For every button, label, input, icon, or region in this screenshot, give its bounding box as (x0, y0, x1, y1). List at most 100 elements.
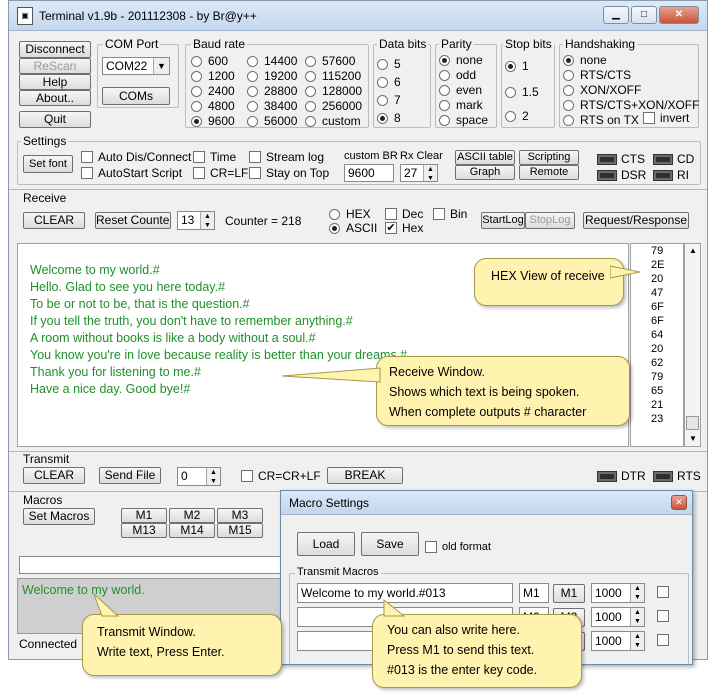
macro-m2-button[interactable]: M2 (169, 508, 215, 523)
parity-radio-odd[interactable]: odd (439, 68, 476, 82)
time-checkbox[interactable]: Time (193, 150, 236, 164)
baud-radio-57600[interactable]: 57600 (305, 54, 355, 68)
transmit-spin[interactable]: 0 ▲ ▼ (177, 467, 221, 486)
handshaking-radio-rts-cts-xon-xoff[interactable]: RTS/CTS+XON/XOFF (563, 98, 699, 112)
rx-clear-spin[interactable]: 27 ▲ ▼ (400, 164, 438, 182)
request-response-button[interactable]: Request/Response (583, 212, 689, 229)
macro-m3-button[interactable]: M3 (217, 508, 263, 523)
dialog-close-icon[interactable]: ✕ (671, 495, 687, 510)
parity-radio-space[interactable]: space (439, 113, 488, 127)
custom-br-input[interactable]: 9600 (344, 164, 394, 182)
scroll-thumb[interactable] (686, 416, 699, 430)
handshaking-radio-xon-xoff[interactable]: XON/XOFF (563, 83, 641, 97)
data-bits-radio-5[interactable]: 5 (377, 57, 401, 71)
macro-send-button[interactable]: M1 (553, 584, 585, 603)
receive-scrollbar[interactable]: ▲ ▼ (684, 243, 701, 447)
baud-radio-115200[interactable]: 115200 (305, 69, 361, 83)
macro-m15-button[interactable]: M15 (217, 523, 263, 538)
handshaking-radio-rts-on-tx[interactable]: RTS on TX (563, 113, 639, 127)
macro-m14-button[interactable]: M14 (169, 523, 215, 538)
hex-value: 20 (651, 273, 664, 285)
ascii-radio[interactable]: ASCII (329, 221, 377, 235)
hex-checkbox[interactable]: ✔ Hex (385, 221, 423, 235)
stop-bits-radio-2[interactable]: 2 (505, 109, 529, 123)
stop-bits-radio-1-5[interactable]: 1.5 (505, 85, 539, 99)
data-bits-radio-8[interactable]: 8 (377, 111, 401, 125)
baud-radio-128000[interactable]: 128000 (305, 84, 362, 98)
coms-button[interactable]: COMs (102, 87, 170, 105)
rescan-button[interactable]: ReScan (19, 58, 91, 74)
radio-icon (563, 114, 574, 126)
cr-lf-checkbox[interactable]: CR=LF (193, 166, 248, 180)
cr-crlf-checkbox[interactable]: CR=CR+LF (241, 469, 321, 483)
stoplog-button[interactable]: StopLog (525, 212, 575, 229)
parity-radio-none[interactable]: none (439, 53, 483, 67)
receive-line: A room without books is like a body with… (30, 331, 316, 345)
transmit-input-line[interactable] (19, 556, 287, 574)
baud-radio-256000[interactable]: 256000 (305, 99, 362, 113)
macro-repeat-checkbox[interactable] (657, 634, 669, 646)
data-bits-radio-6[interactable]: 6 (377, 75, 401, 89)
macro-interval-spin[interactable]: 1000 ▲ ▼ (591, 607, 645, 627)
help-button[interactable]: Help (19, 74, 91, 90)
stop-bits-radio-1[interactable]: 1 (505, 59, 529, 73)
old-format-checkbox[interactable]: old format (425, 541, 491, 553)
data-bits-radio-7[interactable]: 7 (377, 93, 401, 107)
autostart-script-checkbox[interactable]: AutoStart Script (81, 166, 182, 180)
macro-repeat-checkbox[interactable] (657, 610, 669, 622)
remote-button[interactable]: Remote (519, 165, 579, 180)
com-port-select[interactable]: COM22 ▼ (102, 57, 170, 75)
send-file-button[interactable]: Send File (99, 467, 161, 484)
set-font-button[interactable]: Set font (23, 155, 73, 173)
baud-radio-1200[interactable]: 1200 (191, 69, 235, 83)
stay-on-top-checkbox[interactable]: Stay on Top (249, 166, 329, 180)
handshaking-radio-rts-cts[interactable]: RTS/CTS (563, 68, 631, 82)
scroll-down-icon[interactable]: ▼ (689, 434, 697, 443)
maximize-button[interactable]: □ (631, 6, 657, 24)
parity-radio-mark[interactable]: mark (439, 98, 483, 112)
load-button[interactable]: Load (297, 532, 355, 556)
baud-radio-38400[interactable]: 38400 (247, 99, 297, 113)
macro-interval-spin[interactable]: 1000 ▲ ▼ (591, 631, 645, 651)
quit-button[interactable]: Quit (19, 111, 91, 128)
handshaking-radio-none[interactable]: none (563, 53, 607, 67)
break-button[interactable]: BREAK (327, 467, 403, 484)
hex-radio[interactable]: HEX (329, 207, 371, 221)
startlog-button[interactable]: StartLog (481, 212, 525, 229)
macro-name-input[interactable]: M1 (519, 583, 549, 603)
macro-interval-spin[interactable]: 1000 ▲ ▼ (591, 583, 645, 603)
transmit-clear-button[interactable]: CLEAR (23, 467, 85, 484)
auto-dis-connect-checkbox[interactable]: Auto Dis/Connect (81, 150, 191, 164)
baud-radio-600[interactable]: 600 (191, 54, 228, 68)
baud-radio-custom[interactable]: custom (305, 114, 361, 128)
scroll-up-icon[interactable]: ▲ (689, 246, 697, 255)
stream-log-checkbox[interactable]: Stream log (249, 150, 324, 164)
ascii-table-button[interactable]: ASCII table (455, 150, 515, 165)
dec-checkbox[interactable]: Dec (385, 207, 423, 221)
minimize-button[interactable]: ▁ (603, 6, 629, 24)
baud-radio-28800[interactable]: 28800 (247, 84, 297, 98)
macro-m13-button[interactable]: M13 (121, 523, 167, 538)
receive-clear-button[interactable]: CLEAR (23, 212, 85, 229)
baud-radio-14400[interactable]: 14400 (247, 54, 297, 68)
save-button[interactable]: Save (361, 532, 419, 556)
scripting-button[interactable]: Scripting (519, 150, 579, 165)
baud-radio-56000[interactable]: 56000 (247, 114, 297, 128)
disconnect-button[interactable]: Disconnect (19, 41, 91, 58)
set-macros-button[interactable]: Set Macros (23, 508, 95, 525)
dialog-title: Macro Settings (289, 496, 370, 510)
counter-spin[interactable]: 13 ▲ ▼ (177, 211, 215, 230)
close-button[interactable]: ✕ (659, 6, 699, 24)
about-button[interactable]: About.. (19, 90, 91, 106)
baud-radio-9600[interactable]: 9600 (191, 114, 235, 128)
parity-radio-even[interactable]: even (439, 83, 482, 97)
invert-checkbox[interactable]: invert (643, 111, 689, 125)
macro-m1-button[interactable]: M1 (121, 508, 167, 523)
baud-radio-4800[interactable]: 4800 (191, 99, 235, 113)
reset-counter-button[interactable]: Reset Counter (95, 212, 171, 229)
baud-radio-2400[interactable]: 2400 (191, 84, 235, 98)
macro-repeat-checkbox[interactable] (657, 586, 669, 598)
bin-checkbox[interactable]: Bin (433, 207, 467, 221)
baud-radio-19200[interactable]: 19200 (247, 69, 297, 83)
graph-button[interactable]: Graph (455, 165, 515, 180)
